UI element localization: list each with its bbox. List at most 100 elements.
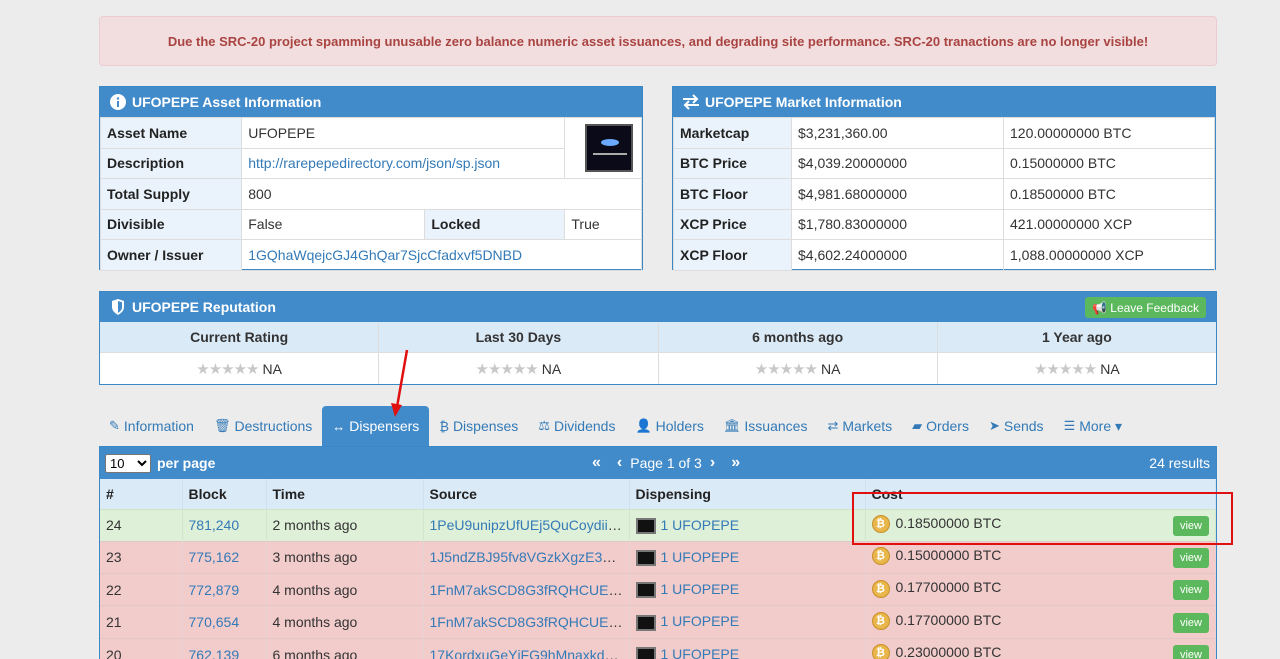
asset-thumb-icon <box>635 517 656 534</box>
block-link[interactable]: 770,654 <box>189 614 240 630</box>
bitcoin-icon: ₿ <box>871 644 890 659</box>
col-number[interactable]: # <box>100 479 183 509</box>
info-icon <box>109 93 127 111</box>
first-page-icon[interactable]: « <box>592 454 601 472</box>
feedback-label: Leave Feedback <box>1110 300 1199 315</box>
tab-label: Dividends <box>553 418 616 434</box>
dispensing-link[interactable]: 1 UFOPEPE <box>661 517 740 533</box>
view-button[interactable]: view <box>1172 547 1209 568</box>
row-time: 2 months ago <box>266 508 424 542</box>
bank-icon: 🏛 <box>723 418 741 433</box>
row-cost: 0.23000000 BTC <box>895 644 1002 659</box>
prev-page-icon[interactable]: ‹ <box>617 454 622 472</box>
alt-value: 0.18500000 BTC <box>1003 178 1215 210</box>
asset-thumb-icon <box>635 647 656 659</box>
key-locked: Locked <box>424 208 566 240</box>
asset-tabs: ✎ Information 🗑 Destructions ↔ Dispensers ₿… <box>99 406 1217 446</box>
rep-heading: 1 Year ago <box>937 322 1216 353</box>
bitcoin-icon: ₿ <box>871 579 890 598</box>
star-rating-icon[interactable]: ★★★★★ <box>476 360 539 378</box>
key: XCP Floor <box>673 239 792 271</box>
source-link[interactable]: 1FnM7akSCD8G3fRQHCUEXXXXXX <box>430 582 629 598</box>
row-time: 3 months ago <box>266 540 424 574</box>
rep-value: NA <box>821 360 841 377</box>
source-link[interactable]: 17KordxuGeYjFG9hMnaxkdRXXXXXX <box>430 647 629 659</box>
last-page-icon[interactable]: » <box>731 454 740 472</box>
tab-destructions[interactable]: 🗑 Destructions <box>204 406 322 446</box>
owner-link[interactable]: 1GQhaWqejcGJ4GhQar7SjcCfadxvf5DNBD <box>248 247 522 263</box>
usd-value: $4,981.68000000 <box>791 178 1004 210</box>
block-link[interactable]: 772,879 <box>189 582 240 598</box>
description-link[interactable]: http://rarepepedirectory.com/json/sp.jso… <box>248 155 500 171</box>
grid-toolbar: 10 per page « ‹ Page 1 of 3 › » 24 resul… <box>100 447 1216 479</box>
next-page-icon[interactable]: › <box>710 454 715 472</box>
bitcoin-icon: ₿ <box>871 611 890 630</box>
dispensing-link[interactable]: 1 UFOPEPE <box>661 613 740 629</box>
source-link[interactable]: 1PeU9unipzUfUEj5QuCoydiiXXXXXX <box>430 517 629 533</box>
asset-image[interactable] <box>585 124 633 172</box>
dispensing-link[interactable]: 1 UFOPEPE <box>661 549 740 565</box>
tab-more[interactable]: ☰ More ▾ <box>1054 406 1132 446</box>
star-rating-icon[interactable]: ★★★★★ <box>1034 360 1097 378</box>
alt-value: 1,088.00000000 XCP <box>1003 239 1215 271</box>
user-icon: 👤 <box>635 418 652 433</box>
asset-info-title: UFOPEPE Asset Information <box>132 94 322 110</box>
tab-holders[interactable]: 👤 Holders <box>625 406 713 446</box>
asset-info-panel: UFOPEPE Asset Information Asset Name UFO… <box>99 86 643 271</box>
rep-col-30days: Last 30 Days ★★★★★ NA <box>379 322 659 384</box>
tab-label: Destructions <box>234 418 313 434</box>
view-button[interactable]: view <box>1172 645 1209 659</box>
row-time: 4 months ago <box>266 573 424 606</box>
table-row: 23 775,162 3 months ago 1J5ndZBJ95fv8VGz… <box>100 540 1216 574</box>
tab-markets[interactable]: ⇄ Markets <box>817 406 902 446</box>
row-number: 22 <box>100 573 183 606</box>
col-source[interactable]: Source <box>423 479 630 509</box>
block-link[interactable]: 781,240 <box>189 517 240 533</box>
tab-dispensers[interactable]: ↔ Dispensers <box>322 406 430 446</box>
col-time[interactable]: Time <box>266 479 424 509</box>
view-button[interactable]: view <box>1172 580 1209 601</box>
row-cost: 0.15000000 BTC <box>895 546 1002 563</box>
bitcoin-icon: ₿ <box>439 418 449 434</box>
asset-info-header: UFOPEPE Asset Information <box>100 87 642 117</box>
row-description: Description http://rarepepedirectory.com… <box>99 147 642 179</box>
row-asset-name: Asset Name UFOPEPE <box>99 117 642 179</box>
row-btc-floor: BTC Floor $4,981.68000000 0.18500000 BTC <box>673 178 1215 210</box>
results-count: 24 results <box>1149 455 1210 471</box>
row-total-supply: Total Supply 800 <box>99 178 642 210</box>
tab-issuances[interactable]: 🏛 Issuances <box>714 406 818 446</box>
tab-label: Orders <box>926 418 969 434</box>
dispensing-link[interactable]: 1 UFOPEPE <box>661 581 740 597</box>
tab-label: Issuances <box>744 418 808 434</box>
block-link[interactable]: 775,162 <box>189 549 240 565</box>
usd-value: $4,602.24000000 <box>791 239 1004 271</box>
tab-sends[interactable]: ➤ Sends <box>979 406 1054 446</box>
market-info-header: UFOPEPE Market Information <box>673 87 1215 117</box>
row-number: 23 <box>100 540 183 574</box>
dispensing-link[interactable]: 1 UFOPEPE <box>661 646 740 659</box>
bitcoin-icon: ₿ <box>871 547 890 566</box>
tab-information[interactable]: ✎ Information <box>99 406 204 446</box>
tab-orders[interactable]: ▰ Orders <box>902 406 979 446</box>
star-rating-icon[interactable]: ★★★★★ <box>755 360 818 378</box>
view-button[interactable]: view <box>1172 612 1209 633</box>
tab-dividends[interactable]: ⚖ Dividends <box>528 406 625 446</box>
page-size-select[interactable]: 10 <box>105 453 151 473</box>
leave-feedback-button[interactable]: 📢 Leave Feedback <box>1085 297 1206 318</box>
dispensers-grid: 10 per page « ‹ Page 1 of 3 › » 24 resul… <box>99 446 1217 659</box>
col-dispensing[interactable]: Dispensing <box>629 479 866 509</box>
source-link[interactable]: 1FnM7akSCD8G3fRQHCUEXXXXXX <box>430 614 629 630</box>
block-link[interactable]: 762,139 <box>189 647 240 659</box>
key: BTC Price <box>673 147 792 179</box>
source-link[interactable]: 1J5ndZBJ95fv8VGzkXgzE32XXXXXX <box>430 549 629 565</box>
asset-name-value: UFOPEPE <box>241 117 566 149</box>
rep-value: NA <box>541 360 562 377</box>
tab-dispenses[interactable]: ₿ Dispenses <box>429 406 528 446</box>
reputation-header: UFOPEPE Reputation 📢 Leave Feedback <box>100 292 1216 322</box>
alt-value: 120.00000000 BTC <box>1003 117 1215 149</box>
src20-alert: Due the SRC-20 project spamming unusable… <box>99 16 1217 66</box>
pager: « ‹ Page 1 of 3 › » <box>584 447 748 479</box>
row-time: 4 months ago <box>266 605 424 639</box>
star-rating-icon[interactable]: ★★★★★ <box>196 360 259 378</box>
col-block[interactable]: Block <box>182 479 267 509</box>
